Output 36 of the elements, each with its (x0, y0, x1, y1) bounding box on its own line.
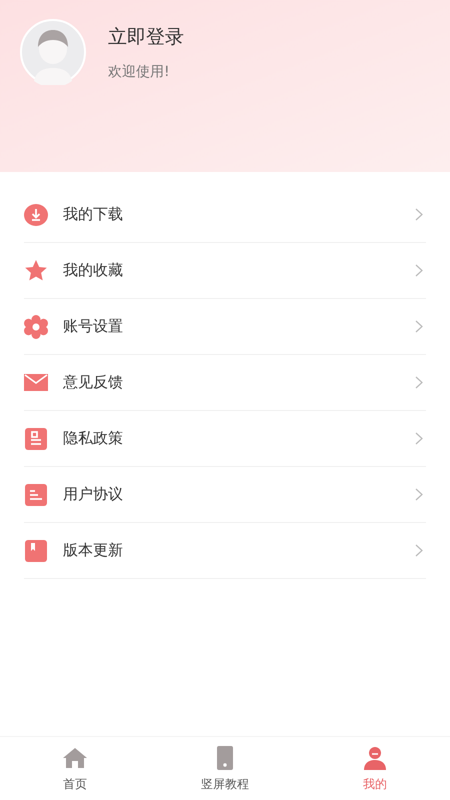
chevron-icon (415, 488, 423, 501)
chevron-icon (415, 208, 423, 221)
menu-item[interactable]: 隐私政策 (24, 411, 426, 467)
menu-label: 用户协议 (63, 484, 124, 506)
gear-icon (24, 314, 48, 338)
menu-label: 隐私政策 (63, 428, 124, 450)
nav-tab[interactable]: 竖屏教程 (150, 737, 300, 800)
menu-label: 我的下载 (63, 204, 124, 226)
document-icon (24, 426, 48, 450)
menu-label: 账号设置 (63, 316, 124, 338)
tab-label: 竖屏教程 (201, 776, 249, 792)
chevron-icon (415, 376, 423, 389)
chevron-icon (415, 264, 423, 277)
chevron-icon (415, 544, 423, 557)
menu-label: 意见反馈 (63, 372, 124, 394)
tab-label: 我的 (363, 776, 387, 792)
download-icon (24, 202, 48, 226)
menu-item[interactable]: 意见反馈 (24, 355, 426, 411)
menu-item[interactable]: 版本更新 (24, 523, 426, 579)
chevron-icon (415, 320, 423, 333)
avatar (20, 19, 86, 85)
menu-item[interactable]: 我的下载 (24, 187, 426, 243)
tab-label: 首页 (63, 776, 87, 792)
bookmark-icon (24, 538, 48, 562)
user-icon (362, 744, 388, 770)
menu-item[interactable]: 账号设置 (24, 299, 426, 355)
welcome-text: 欢迎使用! (108, 62, 171, 82)
list-icon (24, 482, 48, 506)
chevron-icon (415, 432, 423, 445)
nav-tab[interactable]: 首页 (0, 737, 150, 800)
menu-item[interactable]: 用户协议 (24, 467, 426, 523)
login-title[interactable]: 立即登录 (108, 23, 184, 52)
menu-label: 我的收藏 (63, 260, 124, 282)
menu-label: 版本更新 (63, 540, 124, 562)
menu-item[interactable]: 我的收藏 (24, 243, 426, 299)
star-icon (24, 258, 48, 282)
